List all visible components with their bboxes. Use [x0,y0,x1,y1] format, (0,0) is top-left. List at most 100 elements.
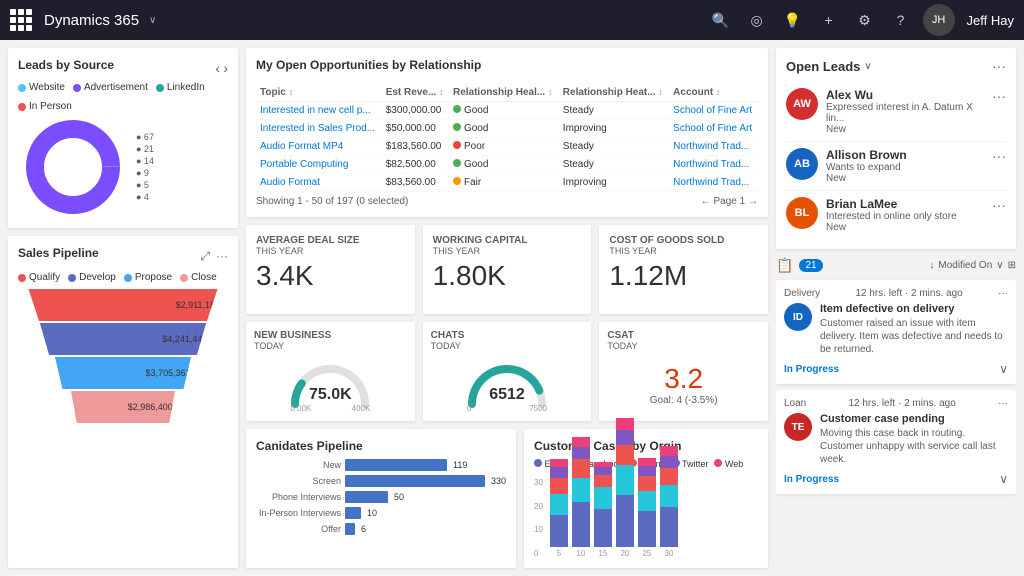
cases-col-1: 10 [572,437,590,558]
cases-seg-tw-1 [572,447,590,459]
legend-website: Website [18,82,65,93]
pipeline-menu-icon[interactable]: ··· [216,249,228,264]
help-icon[interactable]: ? [887,6,915,34]
leads-more-icon[interactable]: ··· [992,58,1006,74]
sales-pipeline-card: Sales Pipeline ⤢ ··· Qualify Develop Pro [8,236,238,568]
legend-website-dot [18,84,26,92]
table-row: Interested in Sales Prod... $50,000.00 G… [256,120,758,138]
cases-seg-email-4 [638,511,656,547]
cases-seg-email-3 [616,495,634,547]
add-icon[interactable]: + [815,6,843,34]
opp-topic-2[interactable]: Audio Format MP4 [256,138,382,156]
opp-topic-0[interactable]: Interested in new cell p... [256,102,382,120]
opp-account-4[interactable]: Northwind Trad... [669,174,758,192]
cases-col-3: 20 [616,418,634,558]
gauge-new-business: New business TODAY 75.0K 0.00K 400K [246,322,415,421]
sort-chevron-icon[interactable]: ∨ [996,260,1003,271]
sort-label[interactable]: Modified On [938,260,992,271]
col-revenue[interactable]: Est Reve... ↕ [382,84,449,102]
opp-page: ← Page 1 → [701,196,758,207]
cases-seg-web-1 [572,437,590,447]
lead-menu-2[interactable]: ··· [992,197,1006,213]
work-item-status-0: In Progress [784,364,839,375]
metric-avg-deal-sublabel: THIS YEAR [256,246,405,256]
work-item-footer-0: In Progress ∨ [784,362,1008,376]
main-content: Leads by Source ‹ › Website Advertisemen… [0,40,1024,576]
lightbulb-icon[interactable]: 💡 [779,6,807,34]
legend-qualify: Qualify [18,272,60,283]
open-leads-card: Open Leads ∨ ··· AW Alex Wu Expressed in… [776,48,1016,249]
legend-ad-dot [73,84,81,92]
opp-topic-1[interactable]: Interested in Sales Prod... [256,120,382,138]
opp-revenue-2: $183,560.00 [382,138,449,156]
leads-chevron-icon[interactable]: ∨ [864,61,871,72]
settings-icon[interactable]: ⚙ [851,6,879,34]
work-badge: 21 [799,259,822,272]
funnel-bar-develop: $4,241,442 [31,323,216,355]
cases-col-2: 15 [594,462,612,558]
target-icon[interactable]: ◎ [743,6,771,34]
metric-avg-deal-value: 3.4K [256,260,405,292]
checklist-icon: 📋 [776,257,793,274]
work-item-desc-1: Moving this case back in routing. Custom… [820,427,1008,466]
lead-menu-0[interactable]: ··· [992,88,1006,104]
filter-icon[interactable]: ⊞ [1008,260,1016,271]
work-item-0: Delivery 12 hrs. left · 2 mins. ago ··· … [776,280,1016,384]
opp-account-3[interactable]: Northwind Trad... [669,156,758,174]
work-item-expand-1[interactable]: ∨ [999,472,1008,486]
cases-chart: 30 20 10 0 [534,473,758,558]
opp-account-0[interactable]: School of Fine Art [669,102,758,120]
cases-seg-tw-3 [616,430,634,445]
work-item-menu-1[interactable]: ··· [998,398,1008,409]
opp-trend-4: Improving [559,174,669,192]
left-column: Leads by Source ‹ › Website Advertisemen… [8,48,238,568]
lead-name-1[interactable]: Allison Brown [826,148,984,162]
leads-prev-arrow[interactable]: ‹ [215,60,220,76]
app-grid-icon[interactable] [10,9,32,31]
gauge-chats: Chats TODAY 6512 0 7500 [423,322,592,421]
legend-in-person: In Person [18,101,72,112]
cases-seg-tw-0 [550,467,568,478]
lead-menu-1[interactable]: ··· [992,148,1006,164]
opp-account-1[interactable]: School of Fine Art [669,120,758,138]
legend-qualify-dot [18,274,26,282]
lead-item-2: BL Brian LaMee Interested in online only… [786,191,1006,239]
work-item-menu-0[interactable]: ··· [998,288,1008,299]
cases-y-axis: 30 20 10 0 [534,478,545,558]
lead-name-2[interactable]: Brian LaMee [826,197,984,211]
opp-health-1: Good [449,120,559,138]
open-leads-header: Open Leads ∨ ··· [786,58,1006,74]
col-health[interactable]: Relationship Heal... ↕ [449,84,559,102]
opp-health-0: Good [449,102,559,120]
lead-name-0[interactable]: Alex Wu [826,88,984,102]
gauge-csat-area: 3.2 Goal: 4 (-3.5%) [607,355,760,413]
leads-next-arrow[interactable]: › [223,60,228,76]
work-item-expand-0[interactable]: ∨ [999,362,1008,376]
cases-seg-fb-4 [638,491,656,511]
cases-seg-email-5 [660,507,678,547]
col-trend[interactable]: Relationship Heat... ↕ [559,84,669,102]
cases-stack-5 [660,446,678,547]
legend-in-person-dot [18,103,26,111]
opp-account-2[interactable]: Northwind Trad... [669,138,758,156]
col-account[interactable]: Account ↕ [669,84,758,102]
legend-web: Web [714,459,743,469]
metric-cogs-value: 1.12M [609,260,758,292]
search-icon[interactable]: 🔍 [707,6,735,34]
legend-close: Close [180,272,217,283]
col-topic[interactable]: Topic ↕ [256,84,382,102]
gauge-chats-label: Chats [431,330,584,341]
cand-val-new: 119 [453,460,467,470]
work-items-section: 📋 21 ↓ Modified On ∨ ⊞ Delivery 12 hrs. … [776,257,1016,568]
work-item-content-0: Item defective on delivery Customer rais… [820,303,1008,356]
opp-health-3: Good [449,156,559,174]
pipeline-expand-icon[interactable]: ⤢ [200,249,210,264]
leads-by-source-card: Leads by Source ‹ › Website Advertisemen… [8,48,238,228]
opp-trend-2: Steady [559,138,669,156]
opp-topic-4[interactable]: Audio Format [256,174,382,192]
work-item-title-1: Customer case pending [820,413,1008,425]
opp-topic-3[interactable]: Portable Computing [256,156,382,174]
app-chevron-icon[interactable]: ∨ [149,15,156,26]
candidates-title: Canidates Pipeline [256,439,506,453]
avatar[interactable]: JH [923,4,955,36]
